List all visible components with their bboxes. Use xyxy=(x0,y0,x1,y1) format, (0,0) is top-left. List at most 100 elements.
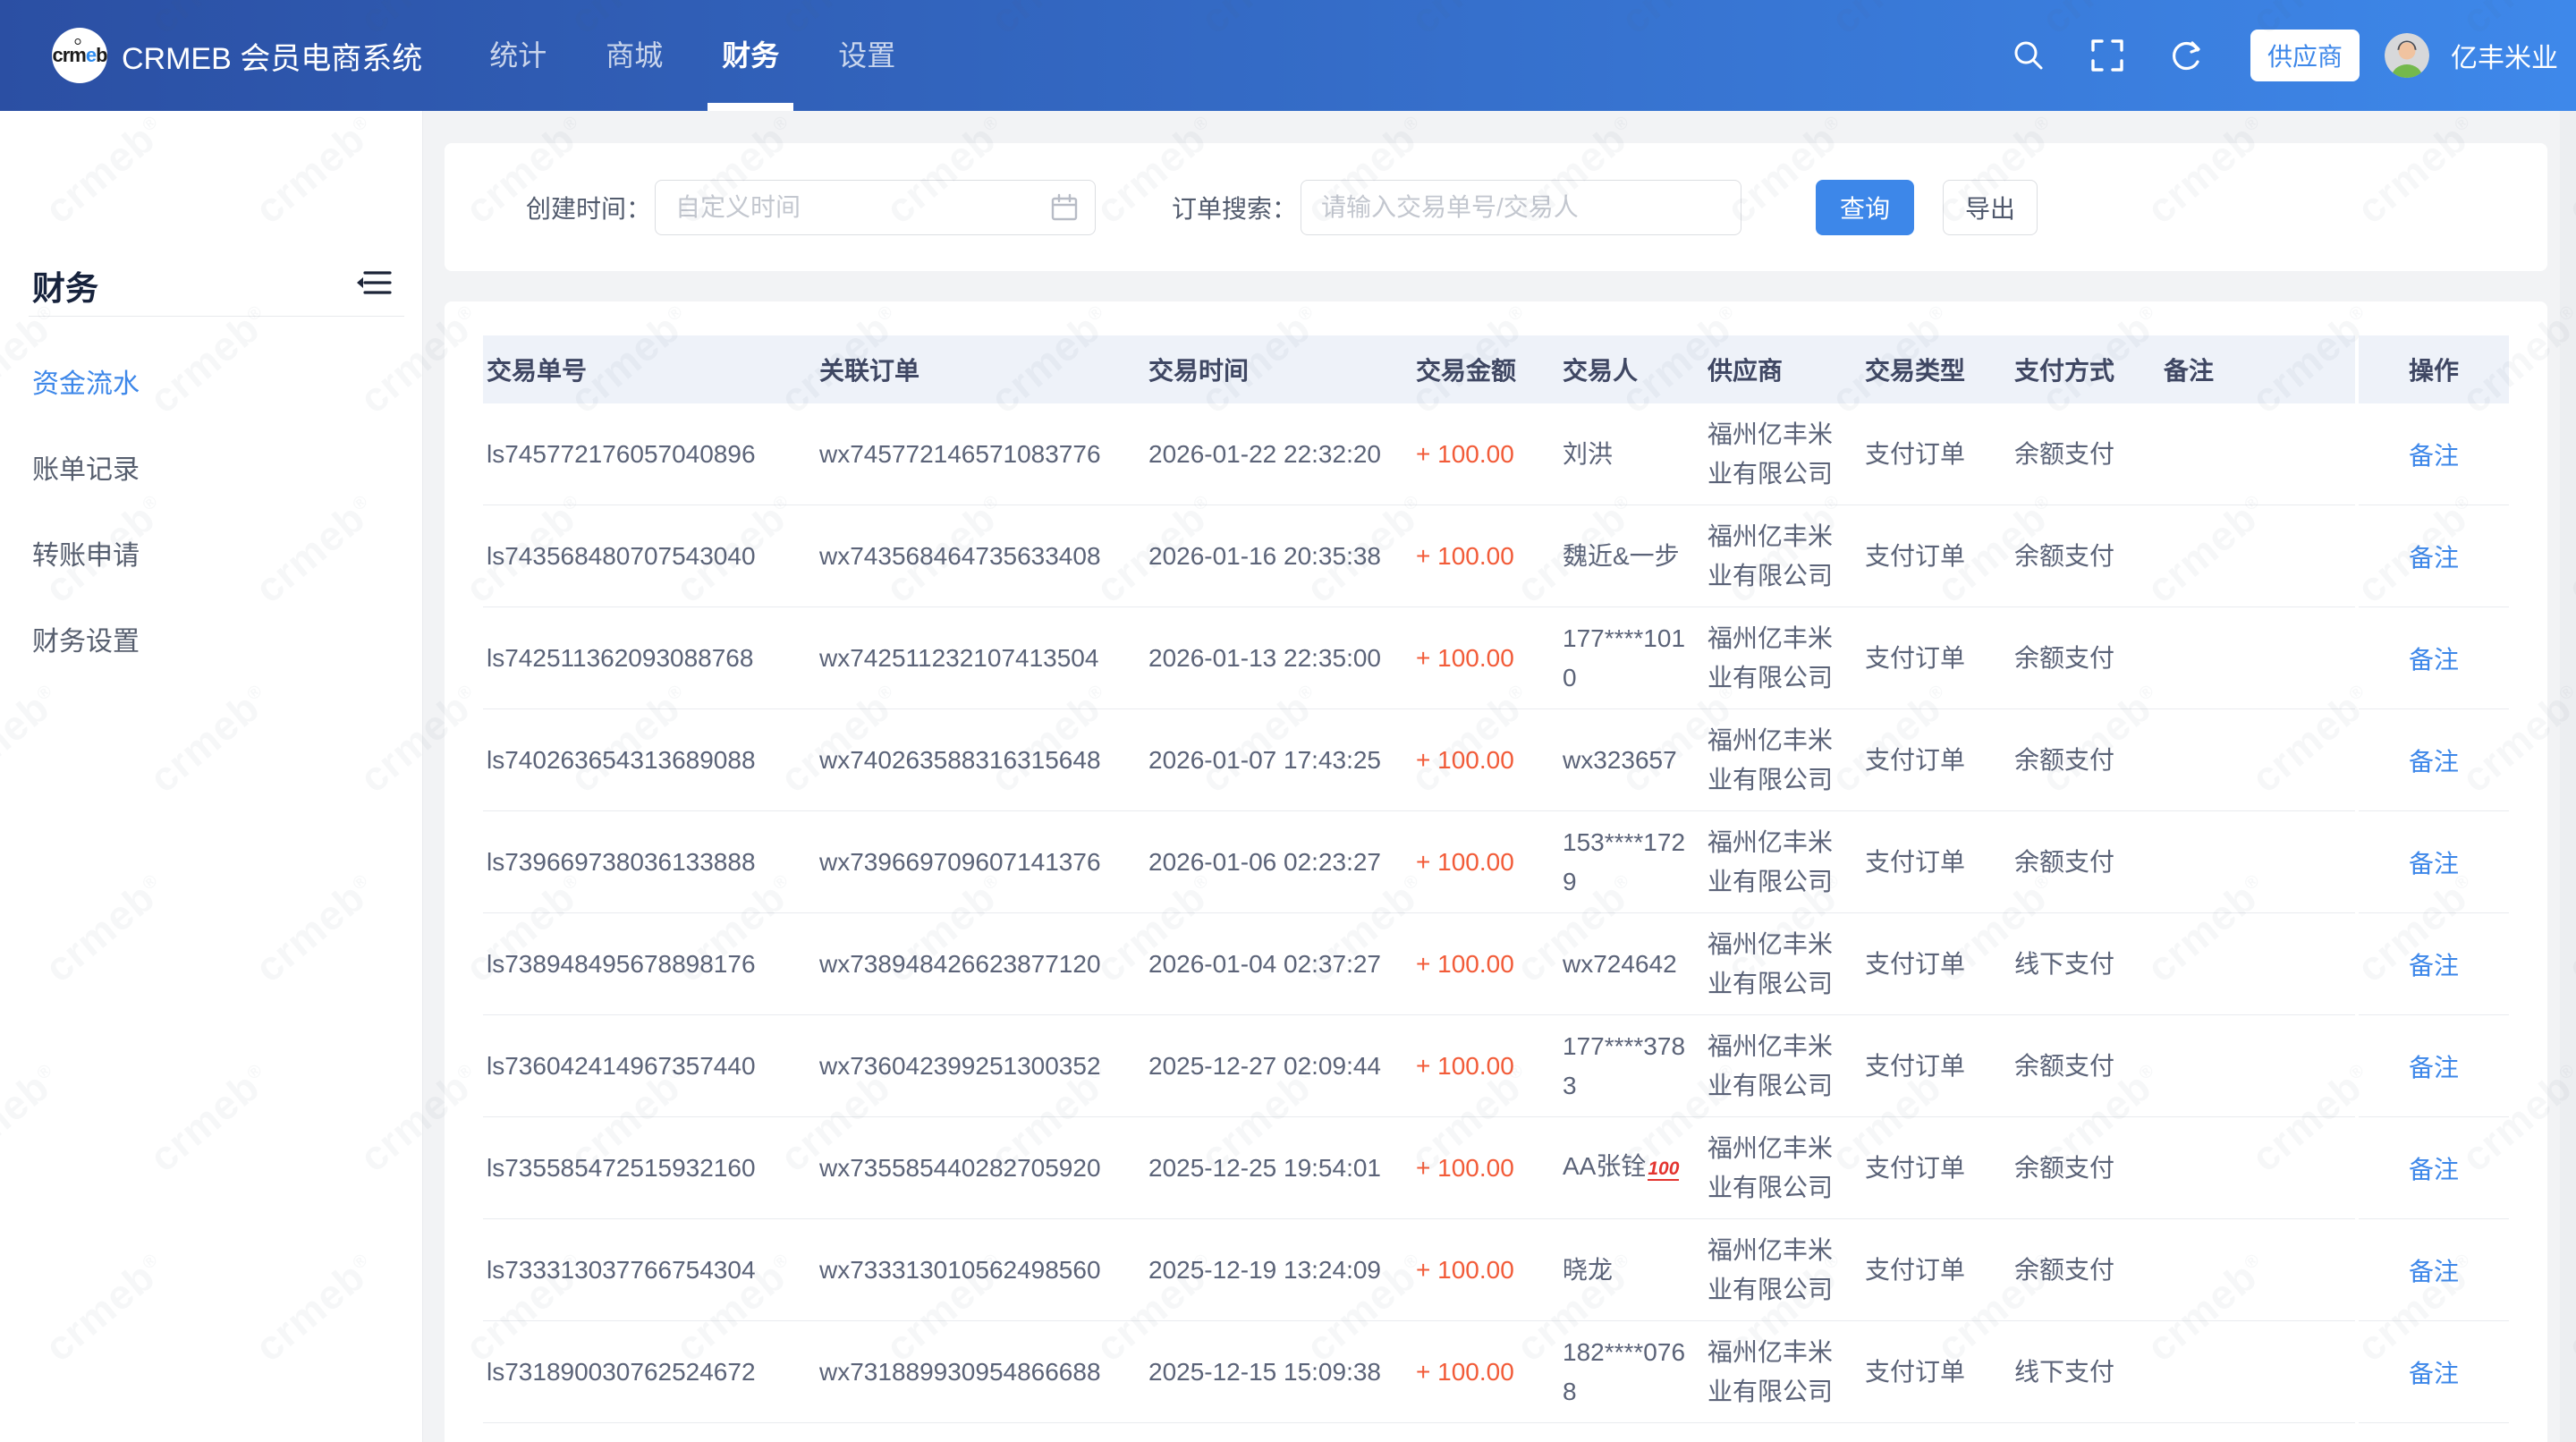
table-row: ls736042414967357440 wx73604239925130035… xyxy=(483,1015,2509,1117)
page-scrollbar[interactable] xyxy=(2560,111,2576,1442)
col-order-no: 关联订单 xyxy=(816,352,1145,387)
cell-supplier: 福州亿丰米业有限公司 xyxy=(1704,925,1861,1004)
remark-link[interactable]: 备注 xyxy=(2409,1354,2459,1390)
col-pay-type: 支付方式 xyxy=(2011,352,2160,387)
sidebar-item-1[interactable]: 账单记录 xyxy=(0,424,422,510)
sidebar-menu: 资金流水账单记录转账申请财务设置 xyxy=(0,338,422,682)
date-picker xyxy=(655,180,1096,235)
col-time: 交易时间 xyxy=(1145,352,1412,387)
cell-order-no: wx733313010562498560 xyxy=(816,1251,1145,1290)
remark-link[interactable]: 备注 xyxy=(2409,946,2459,982)
top-navbar: crmeb CRMEB 会员电商系统 统计商城财务设置 供应商 亿丰米业 xyxy=(0,0,2576,111)
cell-supplier: 福州亿丰米业有限公司 xyxy=(1704,721,1861,800)
cell-order-no: wx738948426623877120 xyxy=(816,945,1145,984)
remark-link[interactable]: 备注 xyxy=(2409,844,2459,880)
cell-trade-type: 支付订单 xyxy=(1861,1149,2011,1188)
cell-trade-type: 支付订单 xyxy=(1861,741,2011,780)
cell-time: 2026-01-06 02:23:27 xyxy=(1145,843,1412,882)
cell-person: 182****0768 xyxy=(1559,1333,1704,1412)
cell-trade-no: ls731890030762524672 xyxy=(483,1353,816,1392)
table-header: 交易单号 关联订单 交易时间 交易金额 交易人 供应商 交易类型 支付方式 备注… xyxy=(483,335,2509,403)
supplier-badge[interactable]: 供应商 xyxy=(2250,30,2360,81)
cell-order-no: wx745772146571083776 xyxy=(816,435,1145,474)
remark-link[interactable]: 备注 xyxy=(2409,742,2459,778)
cell-pay-type: 余额支付 xyxy=(2011,741,2160,780)
refresh-icon[interactable] xyxy=(2168,38,2204,73)
cell-time: 2026-01-07 17:43:25 xyxy=(1145,741,1412,780)
cell-person: wx323657 xyxy=(1559,741,1704,780)
menu-fold-icon[interactable] xyxy=(356,268,392,297)
col-trade-no: 交易单号 xyxy=(483,352,816,387)
sidebar-divider xyxy=(29,316,404,317)
cell-trade-type: 支付订单 xyxy=(1861,1047,2011,1086)
cell-order-no: wx736042399251300352 xyxy=(816,1047,1145,1086)
table-row: ls735585472515932160 wx73558544028270592… xyxy=(483,1117,2509,1219)
date-range-input[interactable] xyxy=(655,180,1096,235)
order-search-label: 订单搜索： xyxy=(1172,190,1297,225)
remark-link[interactable]: 备注 xyxy=(2409,1150,2459,1186)
remark-link[interactable]: 备注 xyxy=(2409,640,2459,676)
nav-item-2[interactable]: 财务 xyxy=(692,0,809,111)
create-time-label: 创建时间： xyxy=(526,190,651,225)
cell-amount: + 100.00 xyxy=(1412,1047,1559,1086)
nav-item-1[interactable]: 商城 xyxy=(576,0,692,111)
nav-item-0[interactable]: 统计 xyxy=(460,0,576,111)
cell-supplier: 福州亿丰米业有限公司 xyxy=(1704,1129,1861,1208)
transactions-table-card: 交易单号 关联订单 交易时间 交易金额 交易人 供应商 交易类型 支付方式 备注… xyxy=(445,301,2547,1442)
cell-supplier: 福州亿丰米业有限公司 xyxy=(1704,1231,1861,1310)
cell-order-no: wx743568464735633408 xyxy=(816,537,1145,576)
app-logo[interactable]: crmeb xyxy=(52,28,107,83)
app-title: CRMEB 会员电商系统 xyxy=(122,34,422,78)
user-avatar[interactable] xyxy=(2385,33,2429,78)
sidebar-item-2[interactable]: 转账申请 xyxy=(0,510,422,596)
table-row: ls738948495678898176 wx73894842662387712… xyxy=(483,913,2509,1015)
col-supplier: 供应商 xyxy=(1704,352,1861,387)
cell-amount: + 100.00 xyxy=(1412,435,1559,474)
cell-trade-no: ls735585472515932160 xyxy=(483,1149,816,1188)
table-body: ls745772176057040896 wx74577214657108377… xyxy=(483,403,2509,1423)
current-user-name[interactable]: 亿丰米业 xyxy=(2451,36,2558,75)
cell-pay-type: 余额支付 xyxy=(2011,1149,2160,1188)
table-row: ls742511362093088768 wx74251123210741350… xyxy=(483,607,2509,709)
cell-amount: + 100.00 xyxy=(1412,843,1559,882)
table-row: ls745772176057040896 wx74577214657108377… xyxy=(483,403,2509,505)
cell-amount: + 100.00 xyxy=(1412,741,1559,780)
order-search-input[interactable] xyxy=(1301,180,1741,235)
sidebar-item-0[interactable]: 资金流水 xyxy=(0,338,422,424)
cell-supplier: 福州亿丰米业有限公司 xyxy=(1704,415,1861,494)
remark-link[interactable]: 备注 xyxy=(2409,1252,2459,1288)
search-icon[interactable] xyxy=(2011,38,2046,73)
nav-item-3[interactable]: 设置 xyxy=(809,0,925,111)
export-button[interactable]: 导出 xyxy=(1943,180,2038,235)
remark-link[interactable]: 备注 xyxy=(2409,437,2459,472)
cell-supplier: 福州亿丰米业有限公司 xyxy=(1704,619,1861,698)
main-nav: 统计商城财务设置 xyxy=(460,0,925,111)
topbar-right: 供应商 亿丰米业 xyxy=(1968,30,2576,81)
cell-time: 2026-01-04 02:37:27 xyxy=(1145,945,1412,984)
cell-supplier: 福州亿丰米业有限公司 xyxy=(1704,823,1861,902)
col-person: 交易人 xyxy=(1559,352,1704,387)
filter-card: 创建时间： 订单搜索： 查询 导出 xyxy=(445,143,2547,271)
sidebar-item-3[interactable]: 财务设置 xyxy=(0,596,422,682)
cell-order-no: wx740263588316315648 xyxy=(816,741,1145,780)
cell-time: 2025-12-27 02:09:44 xyxy=(1145,1047,1412,1086)
cell-trade-type: 支付订单 xyxy=(1861,843,2011,882)
cell-trade-no: ls738948495678898176 xyxy=(483,945,816,984)
cell-time: 2026-01-13 22:35:00 xyxy=(1145,639,1412,678)
cell-person: 153****1729 xyxy=(1559,823,1704,902)
cell-pay-type: 余额支付 xyxy=(2011,639,2160,678)
cell-order-no: wx742511232107413504 xyxy=(816,639,1145,678)
cell-trade-no: ls745772176057040896 xyxy=(483,435,816,474)
query-button[interactable]: 查询 xyxy=(1816,180,1914,235)
remark-link[interactable]: 备注 xyxy=(2409,1048,2459,1084)
cell-person: 魏近&一步 xyxy=(1559,537,1704,576)
cell-trade-type: 支付订单 xyxy=(1861,639,2011,678)
cell-amount: + 100.00 xyxy=(1412,1251,1559,1290)
cell-order-no: wx735585440282705920 xyxy=(816,1149,1145,1188)
cell-amount: + 100.00 xyxy=(1412,1149,1559,1188)
order-search xyxy=(1301,180,1741,235)
cell-trade-no: ls740263654313689088 xyxy=(483,741,816,780)
remark-link[interactable]: 备注 xyxy=(2409,539,2459,574)
table-row: ls733313037766754304 wx73331301056249856… xyxy=(483,1219,2509,1321)
fullscreen-icon[interactable] xyxy=(2089,38,2125,73)
